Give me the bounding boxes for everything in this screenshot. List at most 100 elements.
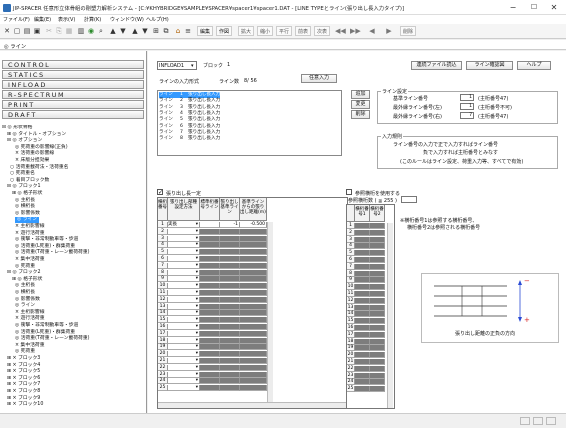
line-list-item[interactable]: 張り出し長入力 bbox=[188, 117, 220, 123]
tree-node[interactable]: ◎ 主桁長 bbox=[15, 198, 35, 204]
tree-node[interactable]: × 遊行活荷重 bbox=[15, 316, 45, 322]
nav-print[interactable]: PRINT bbox=[2, 100, 144, 109]
line-list-item[interactable]: ライン bbox=[159, 136, 180, 142]
chevron-down-icon[interactable]: ▾ bbox=[196, 358, 198, 363]
chevron-down-icon[interactable]: ▾ bbox=[196, 242, 198, 247]
tree-node[interactable]: ◎ 衝撃・非常制動車等・歩道 bbox=[15, 237, 78, 243]
tree-node[interactable]: ⊞ × ブロック9 bbox=[7, 396, 40, 402]
tree-node[interactable]: ◎ 死荷重 bbox=[15, 264, 35, 270]
reference-cell[interactable] bbox=[370, 372, 385, 379]
move-down-icon[interactable]: ▼ bbox=[141, 27, 149, 35]
tree-node[interactable]: ⊞ ◎ 格子形状 bbox=[12, 277, 42, 283]
tree-node[interactable]: ⊞ × ブロック3 bbox=[7, 356, 40, 362]
reference-cell[interactable] bbox=[355, 304, 370, 311]
overhang-cell[interactable] bbox=[220, 317, 240, 324]
reference-cell[interactable] bbox=[355, 297, 370, 304]
reference-cell[interactable] bbox=[355, 263, 370, 270]
save-icon[interactable]: ▣ bbox=[33, 27, 41, 35]
change-button[interactable]: 変更 bbox=[351, 100, 370, 109]
overhang-cell[interactable] bbox=[240, 303, 267, 310]
right-outer-line-input[interactable]: 7 bbox=[460, 112, 474, 119]
line-list-item[interactable]: 7 bbox=[180, 130, 188, 136]
reference-cell[interactable] bbox=[370, 318, 385, 325]
overhang-grid-hscrollbar[interactable] bbox=[158, 402, 347, 408]
tree-node[interactable]: ○ 着目ブロック数 bbox=[10, 178, 49, 184]
reference-cell[interactable] bbox=[355, 318, 370, 325]
chevron-down-icon[interactable]: ▾ bbox=[196, 249, 198, 254]
chevron-down-icon[interactable]: ▾ bbox=[196, 256, 198, 261]
tree-node[interactable]: × 集中活荷重 bbox=[15, 257, 45, 263]
line-list-item[interactable]: 張り出し長入力 bbox=[188, 130, 220, 136]
overhang-cell[interactable] bbox=[200, 222, 220, 228]
overhang-cell[interactable] bbox=[240, 256, 267, 262]
chevron-down-icon[interactable]: ▾ bbox=[196, 310, 198, 315]
sort-down-icon[interactable]: ▼ bbox=[119, 27, 127, 35]
grid-icon[interactable]: ⊞ bbox=[152, 27, 160, 35]
overhang-cell[interactable] bbox=[240, 351, 267, 358]
nav-draft[interactable]: DRAFT bbox=[2, 110, 144, 119]
overhang-cell[interactable] bbox=[200, 358, 220, 364]
line-list-item[interactable]: 張り出し長入力 bbox=[188, 124, 220, 130]
overhang-cell[interactable]: ▾ bbox=[168, 256, 200, 262]
edit-button[interactable]: 編集 bbox=[197, 26, 214, 36]
overhang-cell[interactable] bbox=[240, 290, 267, 296]
reference-cell[interactable] bbox=[355, 257, 370, 263]
overhang-cell[interactable] bbox=[220, 303, 240, 310]
tree-node[interactable]: ⊞ × ブロック4 bbox=[7, 363, 40, 369]
calc-icon[interactable]: ▥ bbox=[77, 27, 85, 35]
tree-node[interactable]: ◎ 横桁長 bbox=[15, 204, 35, 210]
chevron-down-icon[interactable]: ▾ bbox=[196, 263, 198, 268]
reference-cell[interactable] bbox=[370, 297, 385, 304]
chevron-down-icon[interactable]: ▾ bbox=[196, 236, 198, 241]
sort-up-icon[interactable]: ▲ bbox=[109, 27, 117, 35]
tree-node[interactable]: ◎ 影響係数 bbox=[15, 297, 40, 303]
line-list-item[interactable]: 張り出し長入力 bbox=[188, 136, 220, 142]
reference-cell[interactable] bbox=[370, 352, 385, 359]
overhang-cell[interactable]: ▾ bbox=[168, 344, 200, 351]
tree-node[interactable]: × 集中活荷重 bbox=[15, 343, 45, 349]
tree-node[interactable]: ⊟ ◎ ブロック2 bbox=[7, 270, 41, 276]
reference-cell[interactable] bbox=[355, 372, 370, 379]
maximize-button[interactable]: ☐ bbox=[526, 2, 542, 13]
overhang-cell[interactable]: ▾ bbox=[168, 249, 200, 256]
overhang-cell[interactable] bbox=[240, 378, 267, 385]
search-icon[interactable]: ⌕ bbox=[97, 27, 105, 35]
reference-cell[interactable] bbox=[355, 338, 370, 345]
prev-table-button[interactable]: 前表 bbox=[295, 26, 312, 36]
overhang-cell[interactable] bbox=[200, 296, 220, 303]
reference-cell[interactable] bbox=[355, 379, 370, 386]
chevron-down-icon[interactable]: ▾ bbox=[196, 222, 198, 227]
chevron-down-icon[interactable]: ▾ bbox=[196, 385, 198, 390]
overhang-cell[interactable] bbox=[220, 344, 240, 351]
reference-grid-scrollbar[interactable] bbox=[387, 223, 393, 408]
line-list[interactable]: ライン 1 張り出し長入力 ライン 2 張り出し長入力 ライン 3 張り出し長入力 ライン 4 張り出… bbox=[157, 90, 342, 156]
close-button[interactable]: ✕ bbox=[546, 2, 562, 13]
overhang-cell[interactable] bbox=[220, 310, 240, 317]
overhang-cell[interactable] bbox=[200, 344, 220, 351]
overhang-cell[interactable] bbox=[200, 269, 220, 276]
chevron-down-icon[interactable]: ▾ bbox=[196, 344, 198, 349]
overhang-cell[interactable] bbox=[240, 337, 267, 344]
overhang-cell[interactable] bbox=[220, 351, 240, 358]
reference-cell[interactable] bbox=[355, 223, 370, 229]
tree-node[interactable]: × 活荷重の影響線 bbox=[15, 151, 54, 157]
overhang-cell[interactable] bbox=[220, 269, 240, 276]
reference-cell[interactable] bbox=[355, 311, 370, 318]
close-file-icon[interactable]: ✕ bbox=[3, 27, 11, 35]
overhang-cell[interactable] bbox=[240, 364, 267, 371]
reference-cell[interactable] bbox=[370, 284, 385, 291]
overhang-cell[interactable]: 実長 ▾ bbox=[168, 222, 200, 228]
infload-select[interactable]: INFLOAD1 ▾ bbox=[157, 61, 197, 70]
overhang-cell[interactable] bbox=[240, 317, 267, 324]
reference-cell[interactable] bbox=[370, 379, 385, 386]
overhang-cell[interactable]: ▾ bbox=[168, 276, 200, 283]
overhang-cell[interactable] bbox=[220, 337, 240, 344]
add-button[interactable]: 追加 bbox=[351, 90, 370, 99]
reference-cell[interactable] bbox=[370, 257, 385, 263]
list-icon[interactable]: ≡ bbox=[184, 27, 192, 35]
line-list-item[interactable]: 5 bbox=[180, 117, 188, 123]
overhang-cell[interactable] bbox=[220, 378, 240, 385]
chevron-down-icon[interactable]: ▾ bbox=[196, 297, 198, 302]
reference-cell[interactable] bbox=[370, 250, 385, 257]
overhang-cell[interactable] bbox=[240, 310, 267, 317]
